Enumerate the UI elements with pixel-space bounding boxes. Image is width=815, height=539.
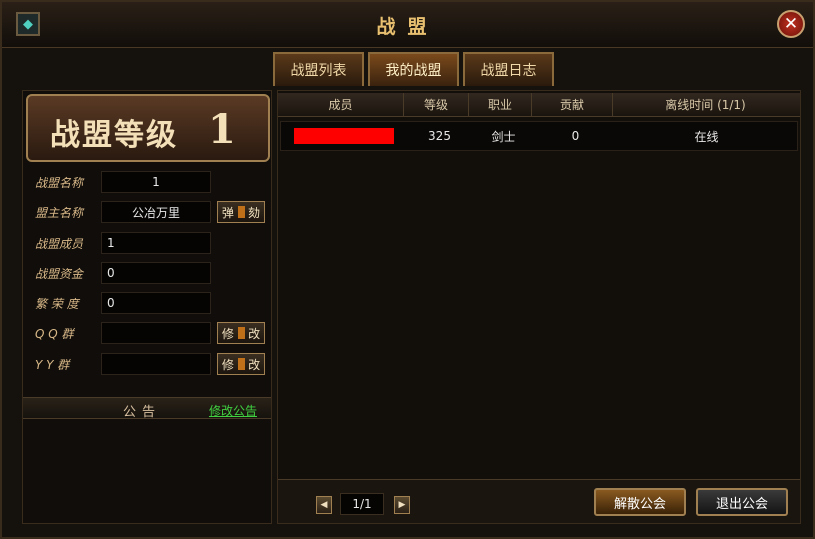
prosperity-label: 繁 荣 度 [35, 296, 79, 311]
guild-name-row: 战盟名称 1 [35, 171, 211, 193]
guild-window: ◆ 战盟 ✕ 战盟列表 我的战盟 战盟日志 战盟等级 1 战盟名称 1 盟主名称… [0, 0, 815, 539]
member-contribution-cell: 0 [571, 129, 580, 143]
member-status-cell: 在线 [694, 129, 719, 144]
guild-level-value: 1 [208, 106, 236, 153]
column-contribution[interactable]: 贡献 [532, 93, 613, 116]
close-icon: ✕ [783, 14, 799, 34]
member-table-header: 成员 等级 职业 贡献 离线时间 (1/1) [278, 93, 800, 117]
arrow-left-icon: ◀ [320, 500, 328, 510]
guild-info-panel: 战盟等级 1 战盟名称 1 盟主名称 公冶万里 弹劾 战盟成员 1 战盟资金 0… [22, 90, 272, 524]
disband-guild-button[interactable]: 解散公会 [594, 488, 686, 516]
notice-title: 公告 [123, 405, 162, 420]
column-level[interactable]: 等级 [404, 93, 469, 116]
yy-group-row: Y Y 群 [35, 353, 211, 375]
notice-header: 公告 修改公告 [23, 397, 271, 420]
close-button[interactable]: ✕ [777, 10, 805, 38]
edit-qq-button[interactable]: 修改 [217, 322, 265, 344]
guild-level-banner: 战盟等级 1 [26, 94, 270, 162]
member-name-cell [281, 122, 407, 150]
yy-group-field [101, 353, 211, 375]
edit-yy-button[interactable]: 修改 [217, 353, 265, 375]
leader-name-value: 公冶万里 [101, 201, 211, 223]
page-indicator: 1/1 [340, 493, 384, 515]
tab-my-guild[interactable]: 我的战盟 [368, 52, 459, 86]
member-list-panel: 成员 等级 职业 贡献 离线时间 (1/1) 325 剑士 0 在线 ◀ 1/1… [277, 90, 801, 524]
tab-guild-list[interactable]: 战盟列表 [273, 52, 364, 86]
prosperity-value: 0 [101, 292, 211, 314]
arrow-right-icon: ▶ [398, 500, 406, 510]
prev-page-button[interactable]: ◀ [316, 496, 332, 514]
qq-group-field [101, 322, 211, 344]
yy-group-label: Y Y 群 [35, 357, 70, 372]
leave-guild-button[interactable]: 退出公会 [696, 488, 788, 516]
guild-name-value: 1 [101, 171, 211, 193]
impeach-button[interactable]: 弹劾 [217, 201, 265, 223]
leader-name-label: 盟主名称 [35, 205, 84, 220]
guild-level-label: 战盟等级 [50, 118, 178, 153]
guild-funds-row: 战盟资金 0 [35, 262, 211, 284]
member-name-redacted [294, 128, 394, 144]
member-class-cell: 剑士 [491, 129, 516, 144]
window-title: 战盟 [376, 16, 439, 38]
title-bar: ◆ 战盟 ✕ [2, 2, 813, 48]
column-class[interactable]: 职业 [469, 93, 532, 116]
pagination-bar: ◀ 1/1 ▶ 解散公会 退出公会 [278, 479, 800, 523]
edit-notice-link[interactable]: 修改公告 [209, 402, 257, 419]
column-offline-time[interactable]: 离线时间 (1/1) [613, 93, 798, 116]
qq-group-label: Q Q 群 [35, 326, 74, 341]
column-member[interactable]: 成员 [278, 93, 404, 116]
guild-funds-label: 战盟资金 [35, 266, 84, 281]
prosperity-row: 繁 荣 度 0 [35, 292, 211, 314]
tab-bar: 战盟列表 我的战盟 战盟日志 [273, 52, 554, 86]
qq-group-row: Q Q 群 [35, 322, 211, 344]
guild-members-row: 战盟成员 1 [35, 232, 211, 254]
guild-members-value: 1 [101, 232, 211, 254]
guild-members-label: 战盟成员 [35, 236, 84, 251]
table-row[interactable]: 325 剑士 0 在线 [280, 121, 798, 151]
tab-guild-log[interactable]: 战盟日志 [463, 52, 554, 86]
next-page-button[interactable]: ▶ [394, 496, 410, 514]
leader-name-row: 盟主名称 公冶万里 [35, 201, 211, 223]
guild-name-label: 战盟名称 [35, 175, 84, 190]
guild-funds-value: 0 [101, 262, 211, 284]
member-level-cell: 325 [428, 129, 451, 143]
